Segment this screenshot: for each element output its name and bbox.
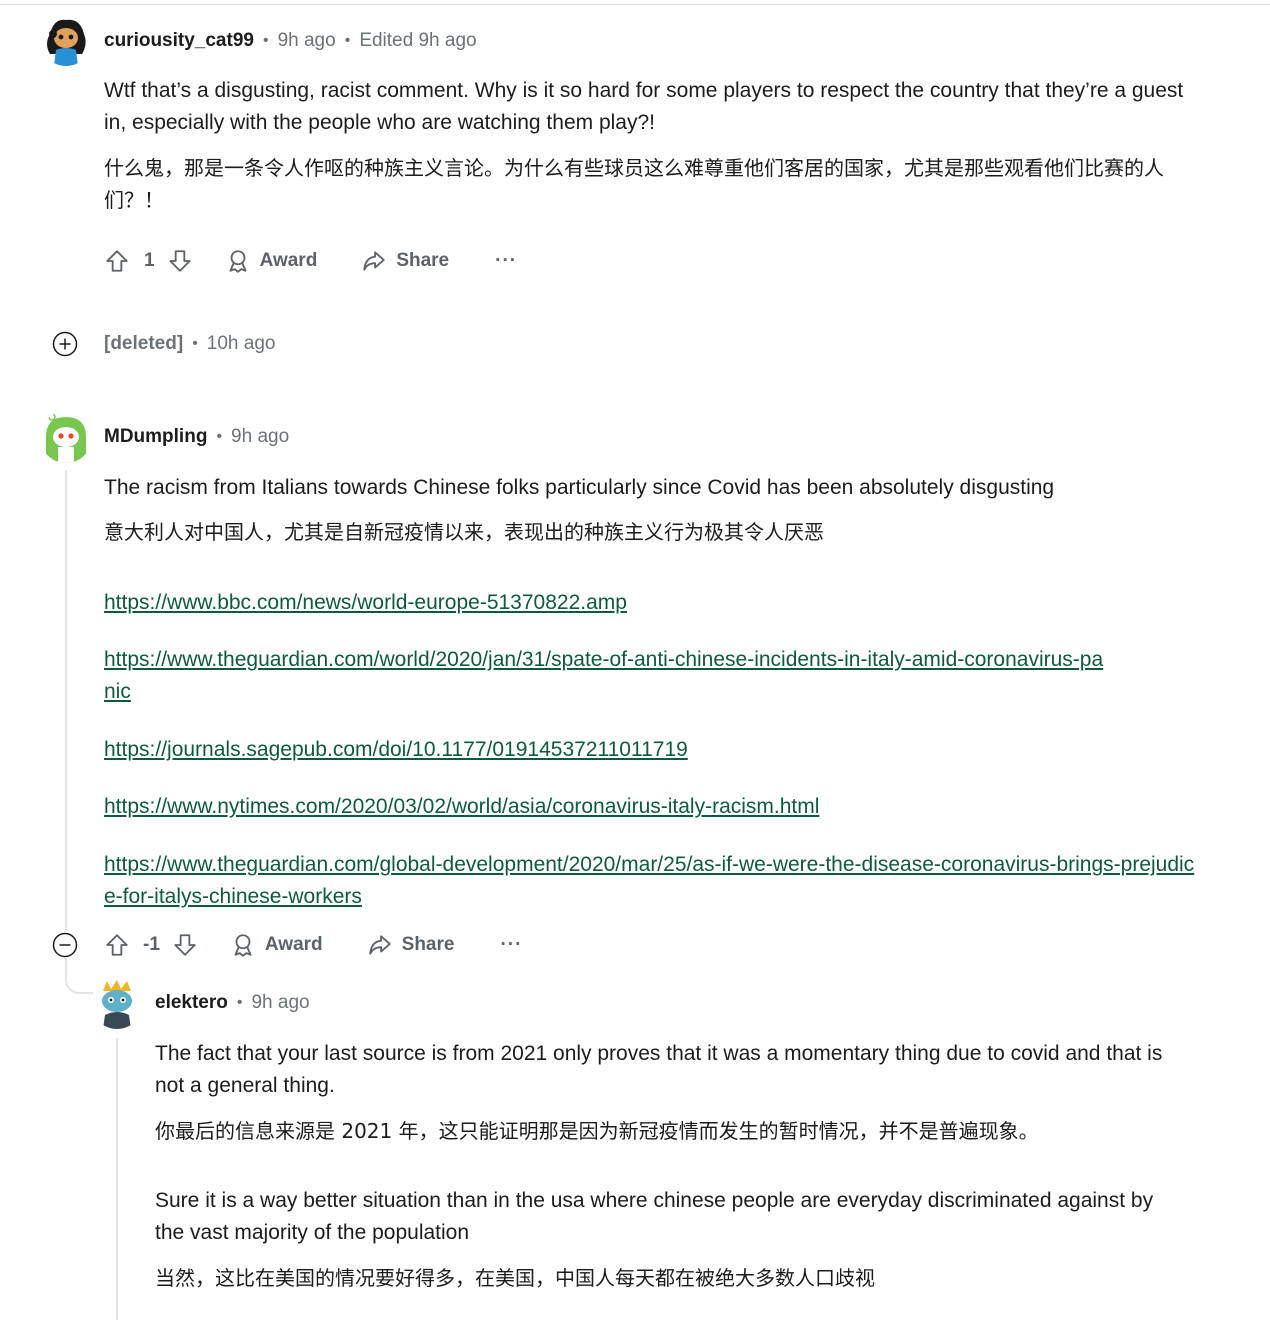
award-icon <box>229 250 247 273</box>
author-name[interactable]: elektero <box>155 992 228 1014</box>
separator-dot: • <box>192 335 198 352</box>
separator-dot: • <box>236 994 243 1011</box>
comment-meta: curiousity_cat99 • 9h ago • Edited 9h ag… <box>104 28 477 54</box>
author-name[interactable]: MDumpling <box>104 426 207 448</box>
upvote-arrow-icon <box>106 250 128 272</box>
vote-count: 1 <box>144 250 155 271</box>
comment-text-cn: 意大利人对中国人，尤其是自新冠疫情以来，表现出的种族主义行为极其令人厌恶 <box>104 520 824 544</box>
vote-count: -1 <box>143 934 160 955</box>
upvote-button[interactable] <box>104 248 130 274</box>
more-options-icon[interactable]: ··· <box>495 250 517 272</box>
comment-meta: elektero • 9h ago <box>155 990 310 1016</box>
award-label: Award <box>264 934 323 955</box>
comment-actions: 1 Award Share ··· <box>104 241 517 281</box>
award-button[interactable]: Award <box>225 248 318 274</box>
timestamp[interactable]: 10h ago <box>207 333 276 355</box>
separator-dot: • <box>216 428 223 445</box>
top-divider <box>0 4 1270 5</box>
expand-thread-icon[interactable] <box>52 331 78 357</box>
timestamp[interactable]: 9h ago <box>278 30 336 52</box>
source-link[interactable]: https://www.theguardian.com/world/2020/j… <box>104 644 1104 708</box>
author-name-deleted: [deleted] <box>104 333 184 354</box>
comment-body: Wtf that’s a disgusting, racist comment.… <box>104 75 1184 139</box>
thread-line[interactable] <box>65 470 67 930</box>
more-options-icon[interactable]: ··· <box>500 934 522 956</box>
source-link[interactable]: https://www.nytimes.com/2020/03/02/world… <box>104 791 1194 823</box>
comment-text-en: The racism from Italians towards Chinese… <box>104 476 1055 499</box>
award-label: Award <box>259 250 318 271</box>
comment-actions: -1 Award Share ··· <box>104 925 522 965</box>
award-button[interactable]: Award <box>230 932 323 958</box>
comment-text-cn: 你最后的信息来源是 2021 年，这只能证明那是因为新冠疫情而发生的暂时情况，并… <box>155 1119 1039 1143</box>
reply-connector <box>65 958 93 994</box>
separator-dot: • <box>344 32 351 49</box>
separator-dot: • <box>262 32 269 49</box>
share-label: Share <box>401 934 455 955</box>
downvote-arrow-icon <box>174 934 196 956</box>
share-label: Share <box>396 250 450 271</box>
source-link[interactable]: https://www.bbc.com/news/world-europe-51… <box>104 587 1194 619</box>
downvote-button[interactable] <box>167 248 193 274</box>
collapse-thread-icon[interactable] <box>52 932 78 958</box>
source-link[interactable]: https://www.theguardian.com/global-devel… <box>104 849 1204 913</box>
comment-meta: [deleted] • 10h ago <box>104 331 275 357</box>
share-icon <box>363 251 385 271</box>
author-name[interactable]: curiousity_cat99 <box>104 30 254 52</box>
comment-meta: MDumpling • 9h ago <box>104 424 289 450</box>
comment-text-en: Sure it is a way better situation than i… <box>155 1189 1154 1244</box>
share-button[interactable]: Share <box>367 932 455 958</box>
downvote-button[interactable] <box>172 932 198 958</box>
share-icon <box>368 935 391 955</box>
snoo-avatar-icon <box>91 977 143 1029</box>
award-icon <box>234 934 252 957</box>
avatar-mdumpling[interactable] <box>40 411 92 463</box>
avatar-curiousity-cat99[interactable] <box>40 14 92 66</box>
timestamp[interactable]: 9h ago <box>231 426 289 448</box>
edited-label: Edited 9h ago <box>359 30 477 51</box>
avatar-elektero[interactable] <box>91 977 143 1029</box>
snoo-avatar-icon <box>40 14 92 66</box>
share-button[interactable]: Share <box>361 248 449 274</box>
comment-text-cn: 当然，这比在美国的情况要好得多，在美国，中国人每天都在被绝大多数人口歧视 <box>155 1266 875 1290</box>
thread-line[interactable] <box>116 1038 118 1320</box>
upvote-button[interactable] <box>104 932 130 958</box>
timestamp[interactable]: 9h ago <box>251 992 309 1014</box>
downvote-arrow-icon <box>168 250 191 272</box>
comment-text-cn: 什么鬼，那是一条令人作呕的种族主义言论。为什么有些球员这么难尊重他们客居的国家，… <box>104 156 1164 212</box>
snoo-avatar-icon <box>40 411 92 463</box>
comment-text-en: Wtf that’s a disgusting, racist comment.… <box>104 79 1184 134</box>
upvote-arrow-icon <box>106 934 128 956</box>
comment-text-en: The fact that your last source is from 2… <box>155 1042 1163 1097</box>
source-link[interactable]: https://journals.sagepub.com/doi/10.1177… <box>104 734 1194 766</box>
